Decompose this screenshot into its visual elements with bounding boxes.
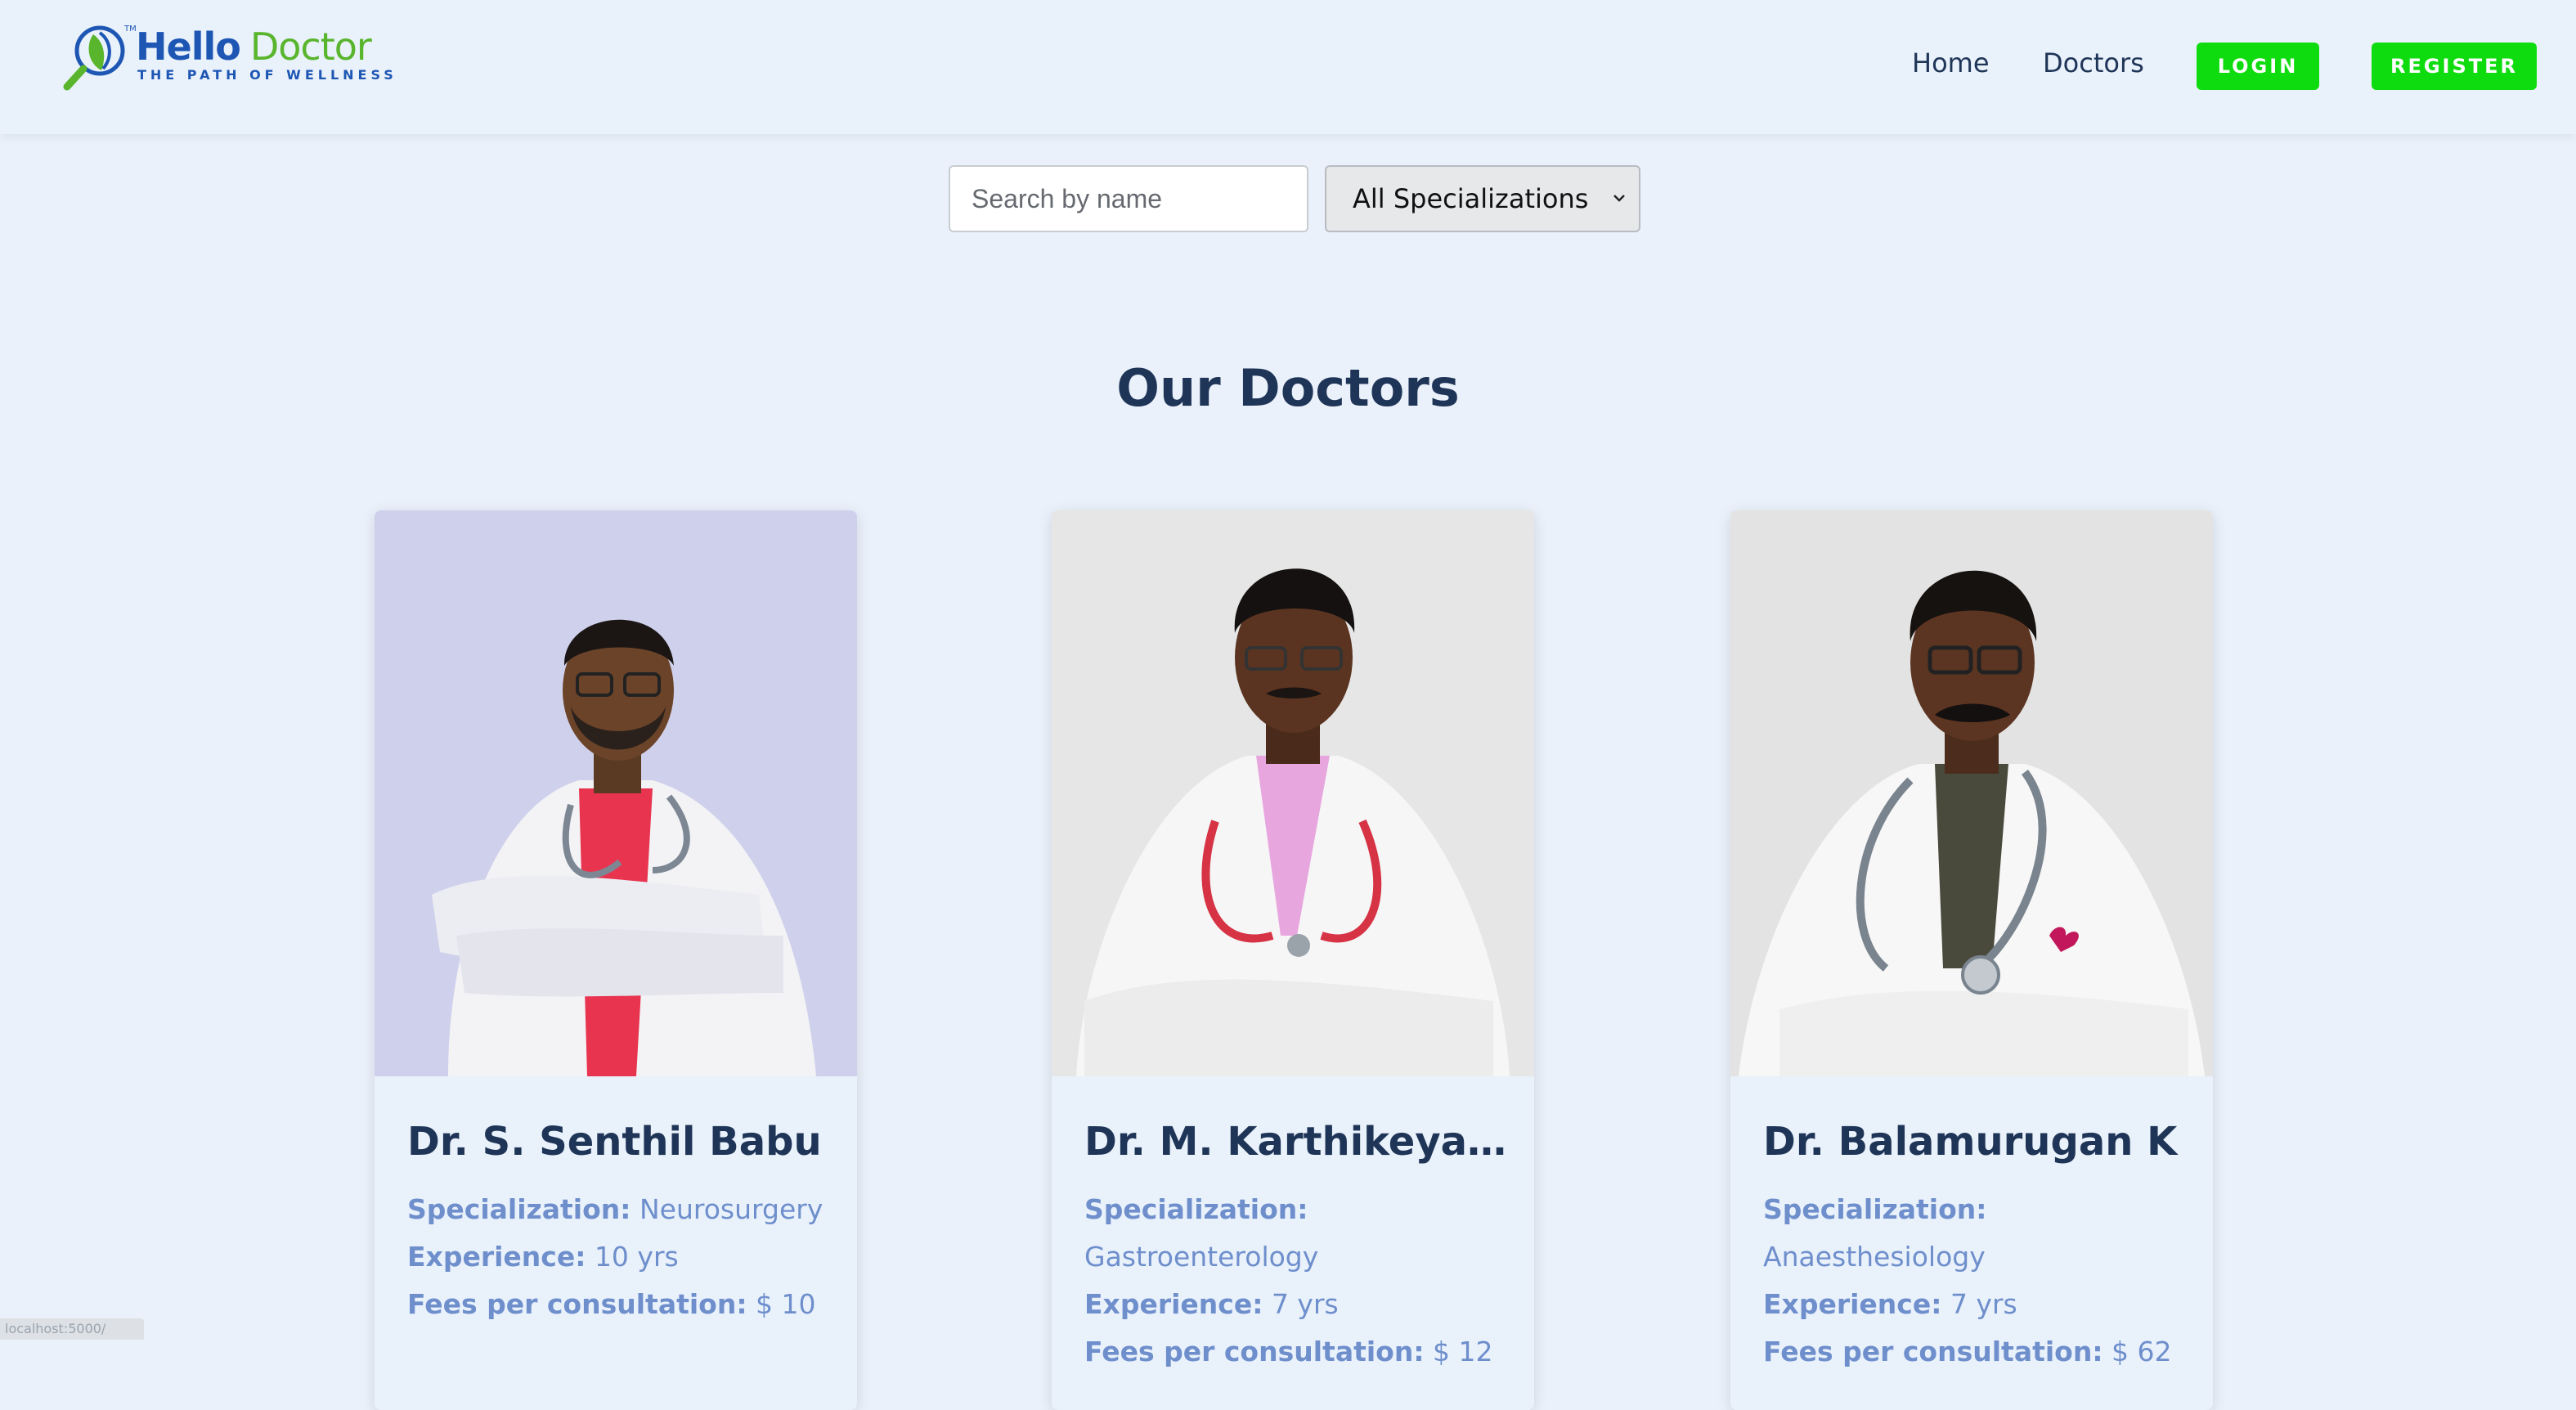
fees-row: Fees per consultation: $ 62 — [1763, 1328, 2188, 1376]
doctor-card[interactable]: Dr. M. Karthikeyan ... Specialization: Ga… — [1052, 510, 1534, 1410]
experience-label: Experience: — [407, 1241, 586, 1273]
section-title: Our Doctors — [1116, 358, 1460, 418]
doctor-card[interactable]: Dr. S. Senthil Babu Specialization: Neur… — [375, 510, 857, 1410]
experience-value: 7 yrs — [1271, 1288, 1339, 1320]
fees-value: $ 12 — [1433, 1336, 1493, 1367]
brand-name: Hello Doctor — [136, 25, 372, 69]
fees-row: Fees per consultation: $ 10 — [407, 1281, 832, 1328]
experience-row: Experience: 10 yrs — [407, 1233, 832, 1281]
trademark-mark: TM — [124, 25, 137, 34]
doctor-photo — [1730, 510, 2213, 1076]
doctor-photo — [1052, 510, 1534, 1076]
nav-home-link[interactable]: Home — [1912, 47, 1990, 79]
fees-label: Fees per consultation: — [407, 1288, 747, 1320]
specialization-row: Specialization: Anaesthesiology — [1763, 1186, 2188, 1281]
specialization-select[interactable]: All Specializations — [1325, 165, 1640, 232]
fees-value: $ 62 — [2112, 1336, 2172, 1367]
specialization-select-value: All Specializations — [1353, 183, 1589, 214]
doctor-info: Specialization: Gastroenterology Experien… — [1084, 1186, 1510, 1376]
experience-label: Experience: — [1084, 1288, 1263, 1320]
login-button[interactable]: LOGIN — [2197, 43, 2319, 90]
experience-value: 10 yrs — [594, 1241, 679, 1273]
experience-value: 7 yrs — [1950, 1288, 2017, 1320]
doctor-info: Specialization: Anaesthesiology Experienc… — [1763, 1186, 2188, 1376]
brand-tagline: THE PATH OF WELLNESS — [137, 67, 397, 83]
doctor-photo — [375, 510, 857, 1076]
specialization-label: Specialization: — [1763, 1193, 1987, 1225]
doctor-name[interactable]: Dr. Balamurugan K — [1763, 1119, 2188, 1165]
brand-name-hello: Hello — [136, 25, 241, 69]
fees-label: Fees per consultation: — [1763, 1336, 2103, 1367]
experience-row: Experience: 7 yrs — [1084, 1281, 1510, 1328]
doctor-card[interactable]: Dr. Balamurugan K Specialization: Anaesth… — [1730, 510, 2213, 1410]
magnifier-leaf-icon — [63, 25, 125, 91]
doctor-name[interactable]: Dr. M. Karthikeyan ... — [1084, 1119, 1510, 1165]
search-input[interactable] — [949, 165, 1308, 232]
register-button[interactable]: REGISTER — [2372, 43, 2537, 90]
experience-label: Experience: — [1763, 1288, 1942, 1320]
fees-row: Fees per consultation: $ 12 — [1084, 1328, 1510, 1376]
specialization-value: Anaesthesiology — [1763, 1241, 1986, 1273]
nav-doctors-link[interactable]: Doctors — [2043, 47, 2144, 79]
specialization-value: Neurosurgery — [639, 1193, 824, 1225]
specialization-row: Specialization: Gastroenterology — [1084, 1186, 1510, 1281]
doctor-info: Specialization: Neurosurgery Experience:… — [407, 1186, 832, 1328]
browser-status-bar: localhost:5000/ — [0, 1318, 144, 1340]
site-header: TM Hello Doctor THE PATH OF WELLNESS Home… — [0, 0, 2576, 134]
specialization-row: Specialization: Neurosurgery — [407, 1186, 832, 1233]
chevron-down-icon — [1613, 195, 1625, 202]
experience-row: Experience: 7 yrs — [1763, 1281, 2188, 1328]
fees-value: $ 10 — [756, 1288, 816, 1320]
specialization-label: Specialization: — [407, 1193, 631, 1225]
fees-label: Fees per consultation: — [1084, 1336, 1425, 1367]
doctor-name[interactable]: Dr. S. Senthil Babu — [407, 1119, 832, 1165]
specialization-label: Specialization: — [1084, 1193, 1308, 1225]
brand-name-doctor: Doctor — [249, 25, 372, 69]
specialization-value: Gastroenterology — [1084, 1241, 1319, 1273]
brand-logo[interactable]: TM Hello Doctor THE PATH OF WELLNESS — [61, 21, 393, 95]
